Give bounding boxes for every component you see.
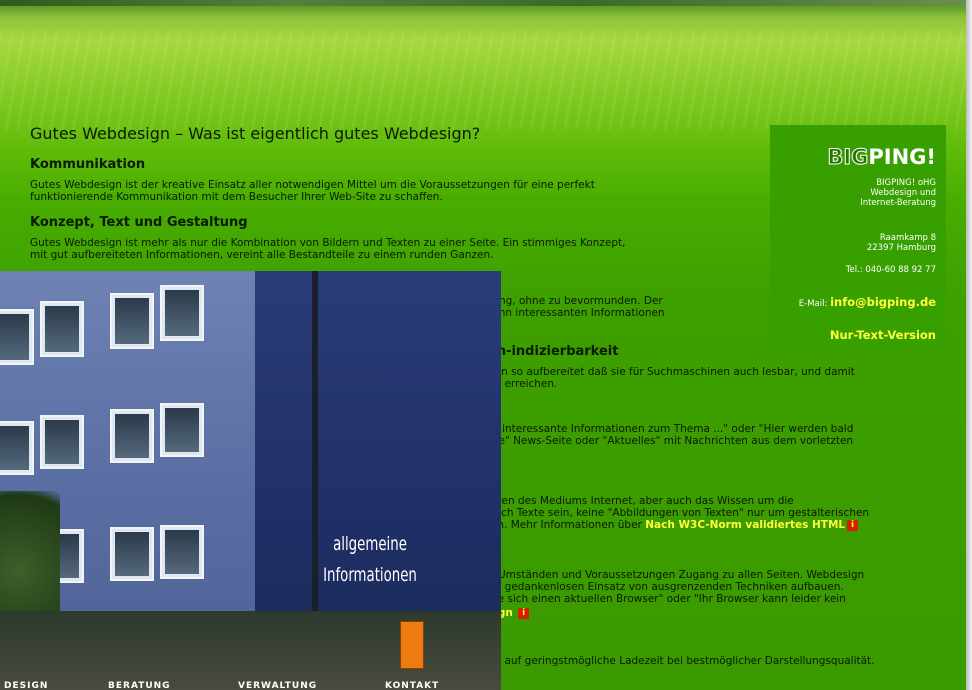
paragraph-line: eiten des Mediums Internet, aber auch da… (488, 495, 794, 507)
window-pane (0, 421, 34, 475)
paragraph-line: Sie sich einen aktuellen Browser" oder "… (488, 593, 846, 605)
window-edge (966, 0, 972, 690)
window-pane (110, 293, 154, 349)
photo-nav-item[interactable]: VERWALTUNG (238, 681, 317, 690)
section-heading-kommunikation: Kommunikation (30, 157, 146, 172)
text-only-version-link[interactable]: Nur-Text-Version (830, 328, 936, 342)
paragraph-text: ein. Mehr Informationen über (488, 519, 642, 531)
w3c-html-link[interactable]: Nach W3C-Norm validiertes HTML (645, 519, 845, 531)
company-tagline: Webdesign und (870, 188, 936, 198)
info-icon[interactable]: i (847, 519, 859, 531)
section-heading-konzept: Konzept, Text und Gestaltung (30, 215, 248, 230)
page-title: Gutes Webdesign – Was ist eigentlich gut… (30, 124, 481, 143)
info-icon[interactable]: i (518, 607, 530, 619)
caption-line: allgemeine (333, 533, 407, 555)
caption-line: Informationen (323, 564, 417, 586)
photo-nav-item[interactable]: KONTAKT (385, 681, 439, 690)
window-pane (160, 403, 204, 457)
ground (0, 611, 501, 690)
window-pane (110, 409, 154, 463)
paragraph-line: ein. Mehr Informationen über Nach W3C-No… (488, 519, 859, 531)
photo-nav-item[interactable]: DESIGN (4, 681, 48, 690)
window-pane (110, 527, 154, 581)
paragraph-line: den so aufbereitet daß sie für Suchmasch… (488, 366, 855, 378)
paragraph-line: mit gut aufbereiteten Informationen, ver… (30, 249, 494, 261)
company-name: BIGPING! oHG (876, 178, 936, 188)
paragraph-line: en auf geringstmögliche Ladezeit bei bes… (488, 655, 875, 667)
email-row: E-Mail: info@bigping.de (798, 295, 936, 309)
building-photo-overlay[interactable]: allgemeine Informationen DESIGN BERATUNG… (0, 271, 501, 690)
paragraph-line: n Umständen und Voraussetzungen Zugang z… (488, 569, 865, 581)
photo-caption: allgemeine Informationen (315, 529, 424, 591)
window-pane (0, 309, 34, 365)
window-pane (40, 301, 84, 357)
photo-nav: DESIGN BERATUNG VERWALTUNG KONTAKT (0, 681, 501, 690)
bigping-logo: BIGPING! (827, 145, 936, 170)
phone-number: Tel.: 040-60 88 92 77 (845, 265, 936, 275)
contact-sidebar: BIGPING! BIGPING! oHG Webdesign und Inte… (770, 125, 946, 350)
email-link[interactable]: info@bigping.de (830, 295, 936, 309)
paragraph-line: ere" News-Seite oder "Aktuelles" mit Nac… (488, 435, 854, 447)
address-street: Raamkamp 8 (879, 233, 936, 243)
orange-bin (400, 621, 424, 669)
window-pane (160, 525, 204, 579)
paragraph-line: funktionierende Kommunikation mit dem Be… (30, 191, 443, 203)
page: Gutes Webdesign – Was ist eigentlich gut… (0, 0, 972, 690)
paragraph-line: Gutes Webdesign ist mehr als nur die Kom… (30, 237, 626, 249)
paragraph-line: Gutes Webdesign ist der kreative Einsatz… (30, 179, 595, 191)
paragraph-line: rung, ohne zu bevormunden. Der (488, 295, 663, 307)
paragraph-line: r Ihn interessanten Informationen (488, 307, 665, 319)
photo-nav-item[interactable]: BERATUNG (108, 681, 171, 690)
section-heading-suchmaschinen: en-indizierbarkeit (488, 344, 619, 359)
logo-part: BIG (827, 145, 869, 170)
window-pane (40, 415, 84, 469)
logo-part: PING (868, 145, 927, 169)
paragraph-line: nd gedankenlosen Einsatz von ausgrenzend… (488, 581, 844, 593)
company-tagline: Internet-Beratung (860, 198, 936, 208)
paragraph-line: er interessante Informationen zum Thema … (488, 423, 854, 435)
logo-part: ! (926, 145, 936, 169)
window-pane (160, 285, 204, 341)
paragraph-line: auch Texte sein, keine "Abbildungen von … (488, 507, 870, 519)
address-city: 22397 Hamburg (866, 243, 936, 253)
email-label: E-Mail: (798, 299, 828, 309)
